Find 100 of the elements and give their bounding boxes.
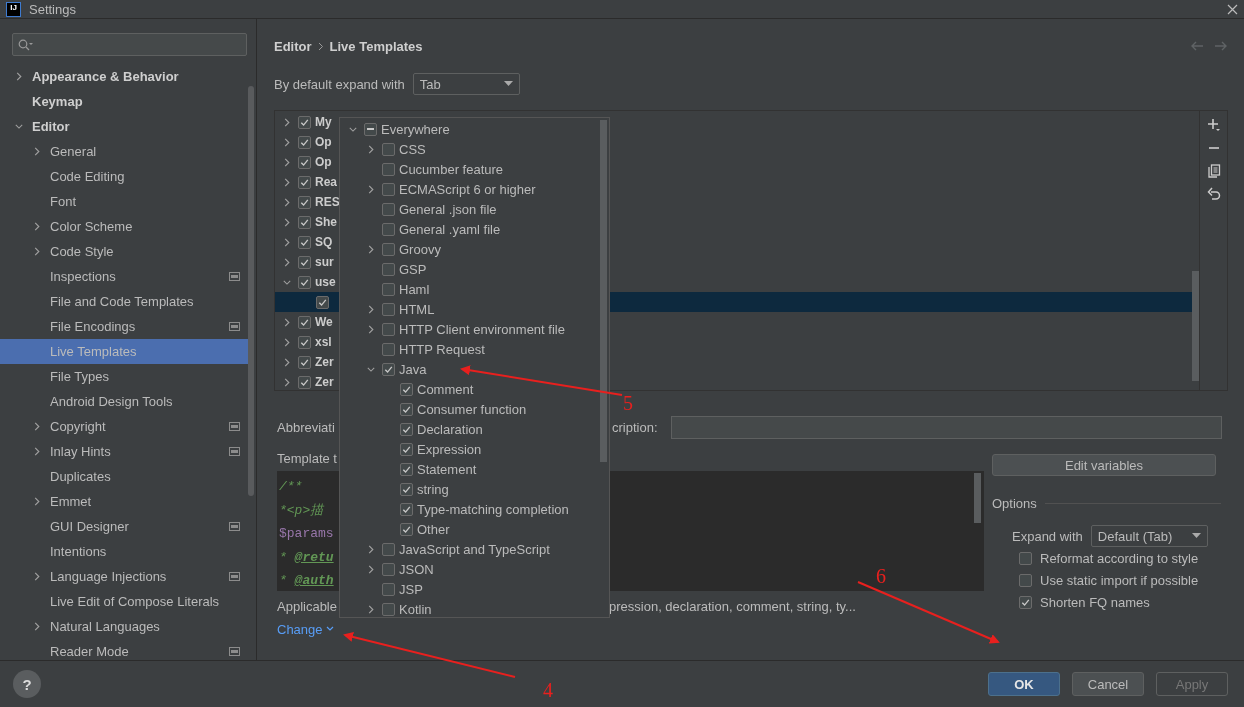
chevron-right-icon[interactable]: [33, 622, 41, 631]
context-item[interactable]: HTTP Request: [340, 339, 609, 359]
sidebar-item[interactable]: Reader Mode: [0, 639, 248, 664]
chevron-down-icon[interactable]: [15, 122, 23, 131]
checkbox[interactable]: [1019, 551, 1032, 565]
template-group-name[interactable]: xsl: [315, 335, 332, 349]
checkbox[interactable]: [382, 282, 395, 296]
sidebar-item[interactable]: Font: [0, 189, 248, 214]
scrollbar[interactable]: [248, 86, 254, 496]
checkbox[interactable]: [382, 202, 395, 216]
context-item[interactable]: CSS: [340, 139, 609, 159]
sidebar-item[interactable]: Copyright: [0, 414, 248, 439]
sidebar-item[interactable]: Code Style: [0, 239, 248, 264]
checkbox[interactable]: [298, 135, 311, 149]
sidebar-item[interactable]: Natural Languages: [0, 614, 248, 639]
search-field[interactable]: [12, 33, 247, 56]
scrollbar[interactable]: [974, 473, 981, 523]
chevron-right-icon[interactable]: [33, 222, 41, 231]
context-item[interactable]: General .yaml file: [340, 219, 609, 239]
dialog-button[interactable]: Cancel: [1072, 672, 1144, 696]
context-item[interactable]: Kotlin: [340, 599, 609, 619]
context-item[interactable]: Groovy: [340, 239, 609, 259]
context-item[interactable]: JavaScript and TypeScript: [340, 539, 609, 559]
context-item[interactable]: HTTP Client environment file: [340, 319, 609, 339]
checkbox[interactable]: [316, 295, 329, 309]
checkbox[interactable]: [382, 262, 395, 276]
template-group-name[interactable]: RES: [315, 195, 340, 209]
sidebar-item[interactable]: Duplicates: [0, 464, 248, 489]
sidebar-item[interactable]: Keymap: [0, 89, 248, 114]
checkbox[interactable]: [400, 422, 413, 436]
template-group-name[interactable]: use: [315, 275, 336, 289]
sidebar-item[interactable]: File Types: [0, 364, 248, 389]
checkbox[interactable]: [298, 255, 311, 269]
template-group-name[interactable]: We: [315, 315, 333, 329]
checkbox[interactable]: [364, 122, 377, 136]
context-item[interactable]: Comment: [340, 379, 609, 399]
template-group-name[interactable]: Zer: [315, 375, 334, 389]
breadcrumb-item[interactable]: Editor: [274, 38, 312, 54]
sidebar-item[interactable]: Appearance & Behavior: [0, 64, 248, 89]
sidebar-item[interactable]: General: [0, 139, 248, 164]
sidebar-item[interactable]: Intentions: [0, 539, 248, 564]
checkbox[interactable]: [382, 342, 395, 356]
checkbox[interactable]: [382, 182, 395, 196]
template-group-name[interactable]: She: [315, 215, 337, 229]
template-group-name[interactable]: Op: [315, 155, 332, 169]
sidebar-item[interactable]: Language Injections: [0, 564, 248, 589]
checkbox[interactable]: [298, 235, 311, 249]
sidebar-item[interactable]: File Encodings: [0, 314, 248, 339]
context-item[interactable]: Consumer function: [340, 399, 609, 419]
undo-icon[interactable]: [1206, 187, 1221, 201]
checkbox[interactable]: [382, 362, 395, 376]
checkbox[interactable]: [382, 582, 395, 596]
checkbox[interactable]: [400, 522, 413, 536]
context-item[interactable]: Java: [340, 359, 609, 379]
chevron-right-icon[interactable]: [33, 447, 41, 456]
chevron-right-icon[interactable]: [33, 422, 41, 431]
context-item[interactable]: Declaration: [340, 419, 609, 439]
plus-icon[interactable]: [1206, 118, 1221, 132]
context-item[interactable]: General .json file: [340, 199, 609, 219]
chevron-right-icon[interactable]: [367, 184, 375, 194]
context-item[interactable]: Haml: [340, 279, 609, 299]
checkbox[interactable]: [298, 115, 311, 129]
description-field[interactable]: [671, 416, 1222, 439]
sidebar-item[interactable]: Emmet: [0, 489, 248, 514]
help-button[interactable]: ?: [13, 670, 41, 698]
context-item[interactable]: HTML: [340, 299, 609, 319]
sidebar-item[interactable]: Editor: [0, 114, 248, 139]
checkbox[interactable]: [1019, 573, 1032, 587]
checkbox[interactable]: [382, 562, 395, 576]
sidebar-item[interactable]: File and Code Templates: [0, 289, 248, 314]
checkbox[interactable]: [400, 462, 413, 476]
checkbox[interactable]: [298, 215, 311, 229]
template-group-name[interactable]: SQ: [315, 235, 333, 249]
sidebar-item[interactable]: Live Edit of Compose Literals: [0, 589, 248, 614]
checkbox[interactable]: [400, 402, 413, 416]
copy-icon[interactable]: [1206, 164, 1221, 178]
change-link[interactable]: Change: [277, 621, 334, 637]
checkbox[interactable]: [298, 355, 311, 369]
chevron-right-icon[interactable]: [33, 497, 41, 506]
checkbox[interactable]: [382, 322, 395, 336]
sidebar-item[interactable]: GUI Designer: [0, 514, 248, 539]
sidebar-item[interactable]: Inspections: [0, 264, 248, 289]
checkbox[interactable]: [298, 375, 311, 389]
chevron-right-icon[interactable]: [33, 247, 41, 256]
sidebar-item[interactable]: Android Design Tools: [0, 389, 248, 414]
chevron-right-icon[interactable]: [367, 604, 375, 614]
checkbox[interactable]: [298, 315, 311, 329]
context-item[interactable]: Cucumber feature: [340, 159, 609, 179]
checkbox[interactable]: [382, 222, 395, 236]
expand-key-dropdown[interactable]: Tab: [412, 73, 520, 95]
checkbox[interactable]: [298, 335, 311, 349]
checkbox[interactable]: [298, 155, 311, 169]
checkbox[interactable]: [400, 502, 413, 516]
template-group-name[interactable]: My: [315, 115, 332, 129]
edit-variables-button[interactable]: Edit variables: [992, 454, 1216, 476]
chevron-right-icon[interactable]: [367, 244, 375, 254]
checkbox[interactable]: [400, 442, 413, 456]
checkbox[interactable]: [298, 275, 311, 289]
context-item[interactable]: Expression: [340, 439, 609, 459]
template-group-name[interactable]: sur: [315, 255, 334, 269]
